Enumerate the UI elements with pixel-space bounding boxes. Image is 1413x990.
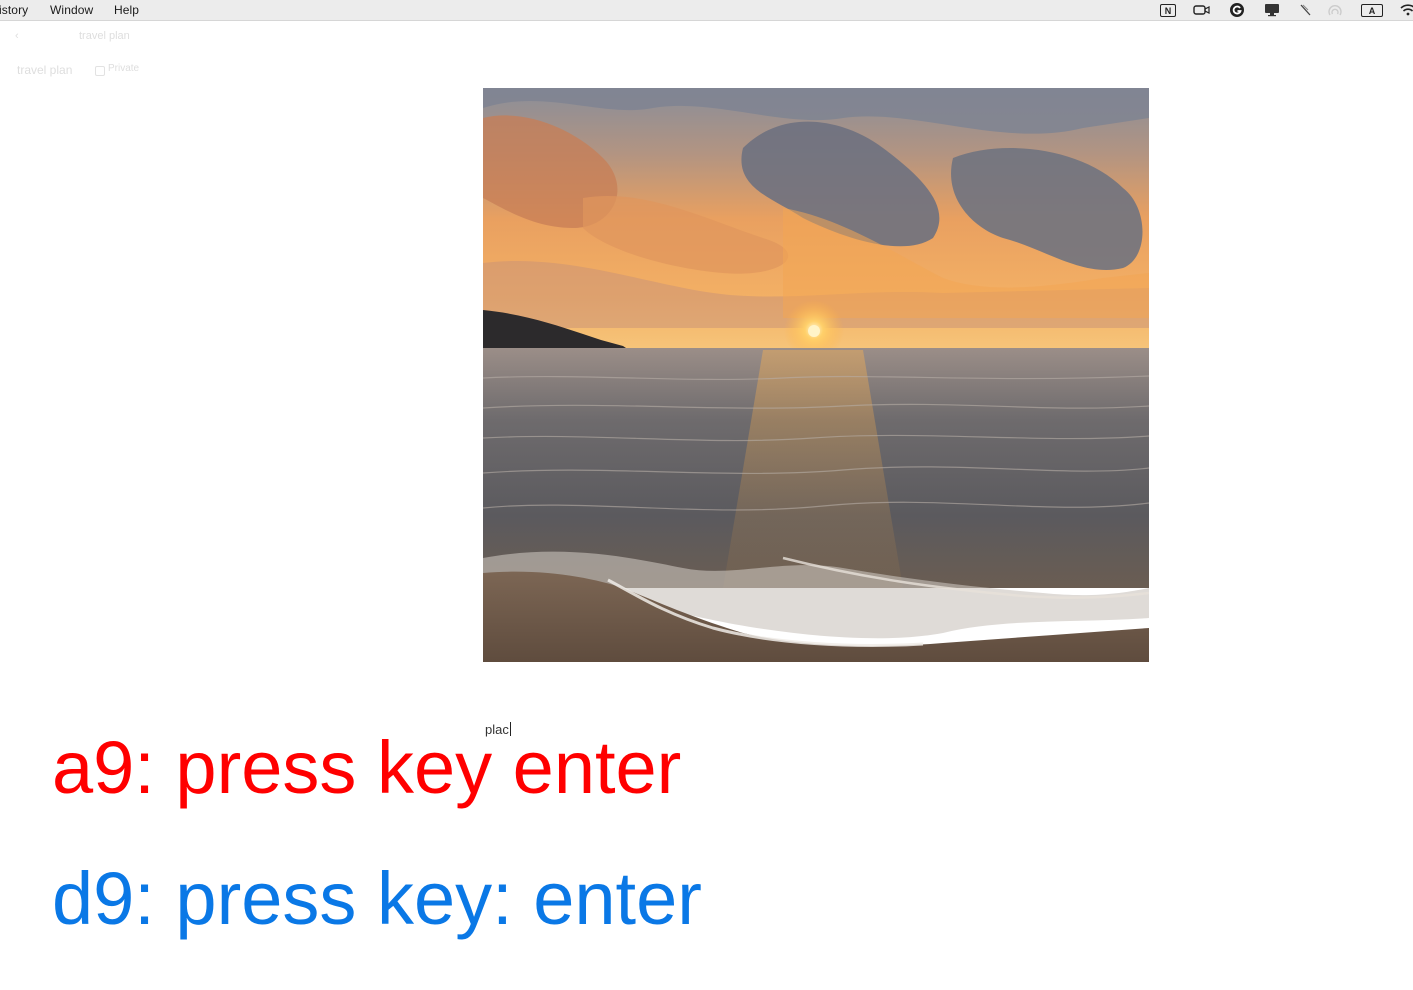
beach-sunset-image[interactable]: [483, 88, 1149, 662]
mute-icon[interactable]: [1298, 3, 1312, 17]
airdrop-icon[interactable]: [1327, 3, 1343, 17]
menu-bar: istory Window Help N A: [0, 0, 1413, 21]
agent-action-label: a9: press key enter: [52, 726, 682, 809]
input-source-icon[interactable]: A: [1361, 4, 1383, 17]
wifi-icon[interactable]: [1400, 3, 1413, 17]
share-status: Private: [108, 63, 140, 74]
breadcrumb[interactable]: travel plan: [79, 30, 130, 42]
status-tray: N A: [0, 2, 1413, 18]
display-icon[interactable]: [1264, 3, 1280, 17]
page-title: travel plan: [17, 63, 73, 77]
lock-icon: [95, 66, 105, 76]
grammarly-icon[interactable]: [1229, 3, 1245, 17]
zoom-icon[interactable]: [1193, 3, 1211, 17]
back-arrow-icon[interactable]: ‹: [15, 30, 19, 42]
demo-action-label: d9: press key: enter: [52, 857, 702, 940]
notion-icon[interactable]: N: [1160, 4, 1176, 17]
